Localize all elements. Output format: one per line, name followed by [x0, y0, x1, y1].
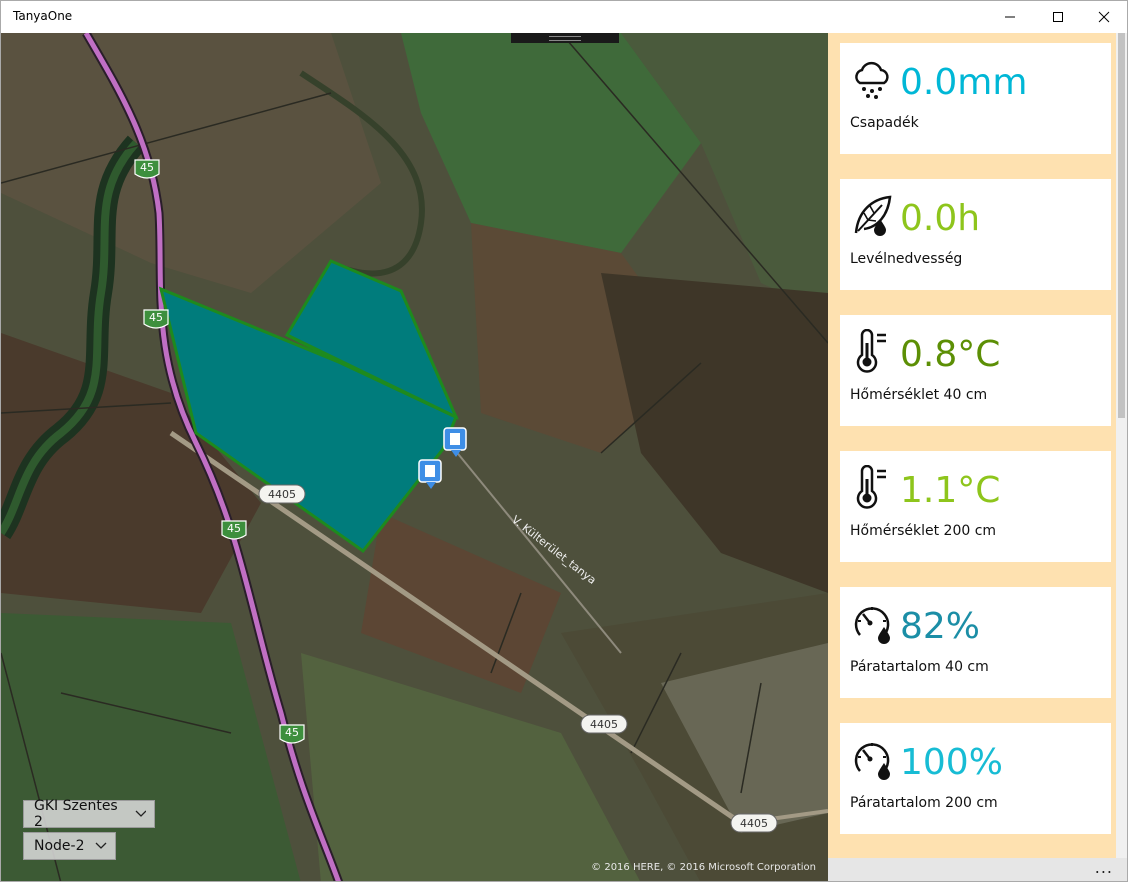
node-select[interactable]: Node-2 [23, 832, 116, 860]
svg-text:45: 45 [140, 161, 154, 174]
window-title: TanyaOne [13, 9, 73, 23]
svg-text:4405: 4405 [740, 817, 768, 830]
svg-text:45: 45 [149, 311, 163, 324]
scrollbar-thumb[interactable] [1118, 33, 1125, 418]
leaf-wetness-icon [854, 195, 892, 236]
minimize-button[interactable] [987, 1, 1033, 33]
svg-text:4405: 4405 [268, 488, 296, 501]
road-label: 4405 [580, 714, 628, 734]
road-label: 4405 [258, 484, 306, 504]
minimize-icon [1005, 16, 1015, 18]
sensor-card-temperature-200: 1.1°C Hőmérséklet 200 cm [840, 451, 1111, 562]
node-select-value: Node-2 [34, 838, 85, 854]
sensor-label: Csapadék [850, 115, 919, 131]
map-copyright: © 2016 HERE, © 2016 Microsoft Corporatio… [591, 862, 816, 873]
map-canvas[interactable]: 45 45 45 45 4405 4405 4405 V. Külterület… [1, 33, 828, 882]
humidity-gauge-icon [854, 607, 890, 644]
sensor-card-leaf-wetness: 0.0h Levélnedvesség [840, 179, 1111, 290]
sensor-value: 0.8°C [900, 334, 1001, 375]
close-button[interactable] [1081, 1, 1127, 33]
sensor-value: 82% [900, 606, 981, 647]
sensor-card-humidity-200: 100% Páratartalom 200 cm [840, 723, 1111, 834]
maximize-icon [1053, 12, 1063, 22]
svg-text:45: 45 [227, 522, 241, 535]
more-options-button[interactable]: ... [1095, 858, 1113, 878]
rain-cloud-icon [855, 61, 889, 99]
sensor-card-precipitation: 0.0mm Csapadék [840, 43, 1111, 154]
sensor-label: Levélnedvesség [850, 251, 963, 267]
sensor-label: Páratartalom 200 cm [850, 795, 998, 811]
thermometer-icon [856, 329, 886, 373]
sensor-value: 100% [900, 742, 1003, 783]
sensor-card-temperature-40: 0.8°C Hőmérséklet 40 cm [840, 315, 1111, 426]
highway-shield: 45 [134, 159, 160, 179]
satellite-map[interactable]: 45 45 45 45 4405 4405 4405 V. Külterület… [1, 33, 828, 882]
sensor-panel: 0.0mm Csapadék 0.0h Levélnedvesség 0.8°C… [828, 33, 1116, 858]
chevron-down-icon [95, 842, 106, 849]
command-bar: ... [828, 858, 1127, 881]
sensor-card-humidity-40: 82% Páratartalom 40 cm [840, 587, 1111, 698]
close-icon [1098, 11, 1110, 23]
sensor-label: Hőmérséklet 200 cm [850, 523, 997, 539]
maximize-button[interactable] [1035, 1, 1081, 33]
sensor-value: 1.1°C [900, 470, 1001, 511]
station-select-value: GKI Szentes 2 [34, 798, 118, 830]
svg-text:4405: 4405 [590, 718, 618, 731]
thermometer-icon [856, 465, 886, 509]
title-bar[interactable]: TanyaOne [1, 1, 1127, 33]
svg-text:45: 45 [285, 726, 299, 739]
humidity-gauge-icon [854, 743, 890, 780]
sensor-label: Hőmérséklet 40 cm [850, 387, 988, 403]
highway-shield: 45 [221, 520, 247, 540]
sensor-label: Páratartalom 40 cm [850, 659, 989, 675]
panel-scrollbar[interactable] [1116, 33, 1127, 858]
sensor-value: 0.0h [900, 198, 981, 239]
map-drag-handle[interactable] [511, 33, 619, 43]
station-select[interactable]: GKI Szentes 2 [23, 798, 155, 830]
chevron-down-icon [135, 810, 146, 817]
app-window: TanyaOne 45 45 45 45 4405 4405 4405 V. K… [0, 0, 1128, 882]
highway-shield: 45 [143, 309, 169, 329]
road-label: 4405 [730, 813, 778, 833]
sensor-value: 0.0mm [900, 62, 1028, 103]
highway-shield: 45 [279, 724, 305, 744]
